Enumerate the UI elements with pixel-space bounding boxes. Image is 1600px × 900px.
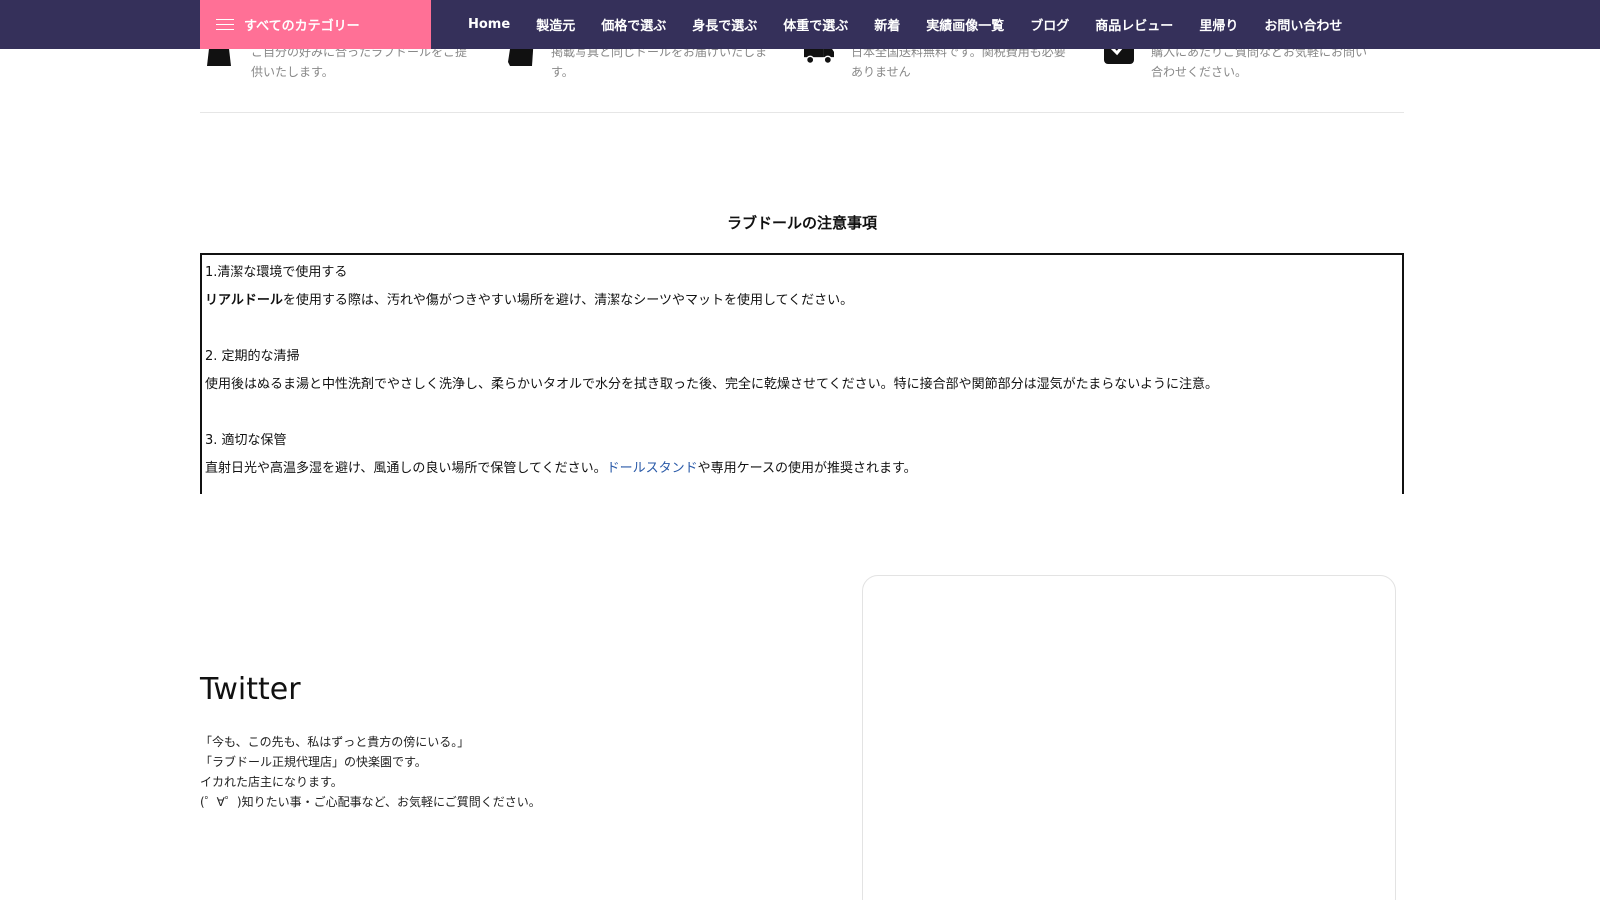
nav-item-by-height[interactable]: 身長で選ぶ [692,15,757,34]
nav-item-return[interactable]: 里帰り [1199,15,1238,34]
top-navbar: すべてのカテゴリー Home 製造元 価格で選ぶ 身長で選ぶ 体重で選ぶ 新着 … [0,0,1600,49]
all-categories-button[interactable]: すべてのカテゴリー [200,0,431,49]
note-body: 直射日光や高温多湿を避け、風通しの良い場所で保管してください。ドールスタンドや専… [205,461,917,476]
all-categories-label: すべてのカテゴリー [244,19,360,34]
nav-item-blog[interactable]: ブログ [1030,15,1069,34]
twitter-title: Twitter [200,672,301,707]
nav-item-by-price[interactable]: 価格で選ぶ [601,15,666,34]
note-heading: 2. 定期的な清掃 [205,349,300,364]
nav-item-manufacturer[interactable]: 製造元 [536,15,575,34]
notes-title: ラブドールの注意事項 [726,214,877,232]
nav-item-new[interactable]: 新着 [874,15,900,34]
section-divider [200,112,1404,113]
note-heading: 1.清潔な環境で使用する [205,265,348,280]
nav-item-home[interactable]: Home [468,17,510,32]
note-bold-prefix: リアルドール [205,293,283,308]
twitter-description: 「今も、この先も、私はずっと貴方の傍にいる。」 「ラブドール正規代理店」の快楽園… [200,735,541,809]
twitter-embed-card[interactable] [862,575,1396,900]
notes-box: 1.清潔な環境で使用する リアルドールを使用する際は、汚れや傷がつきやすい場所を… [200,253,1404,494]
note-body: リアルドールを使用する際は、汚れや傷がつきやすい場所を避け、清潔なシーツやマット… [205,293,854,308]
hamburger-icon [216,18,234,31]
note-body: 使用後はぬるま湯と中性洗剤でやさしく洗浄し、柔らかいタオルで水分を拭き取った後、… [205,377,1218,392]
main-menu: Home 製造元 価格で選ぶ 身長で選ぶ 体重で選ぶ 新着 実績画像一覧 ブログ… [468,0,1368,49]
nav-item-reviews[interactable]: 商品レビュー [1095,15,1173,34]
nav-item-contact[interactable]: お問い合わせ [1264,15,1342,34]
note-heading: 3. 適切な保管 [205,433,287,448]
nav-item-by-weight[interactable]: 体重で選ぶ [783,15,848,34]
nav-item-gallery[interactable]: 実績画像一覧 [926,15,1004,34]
doll-stand-link[interactable]: ドールスタンド [607,461,698,476]
